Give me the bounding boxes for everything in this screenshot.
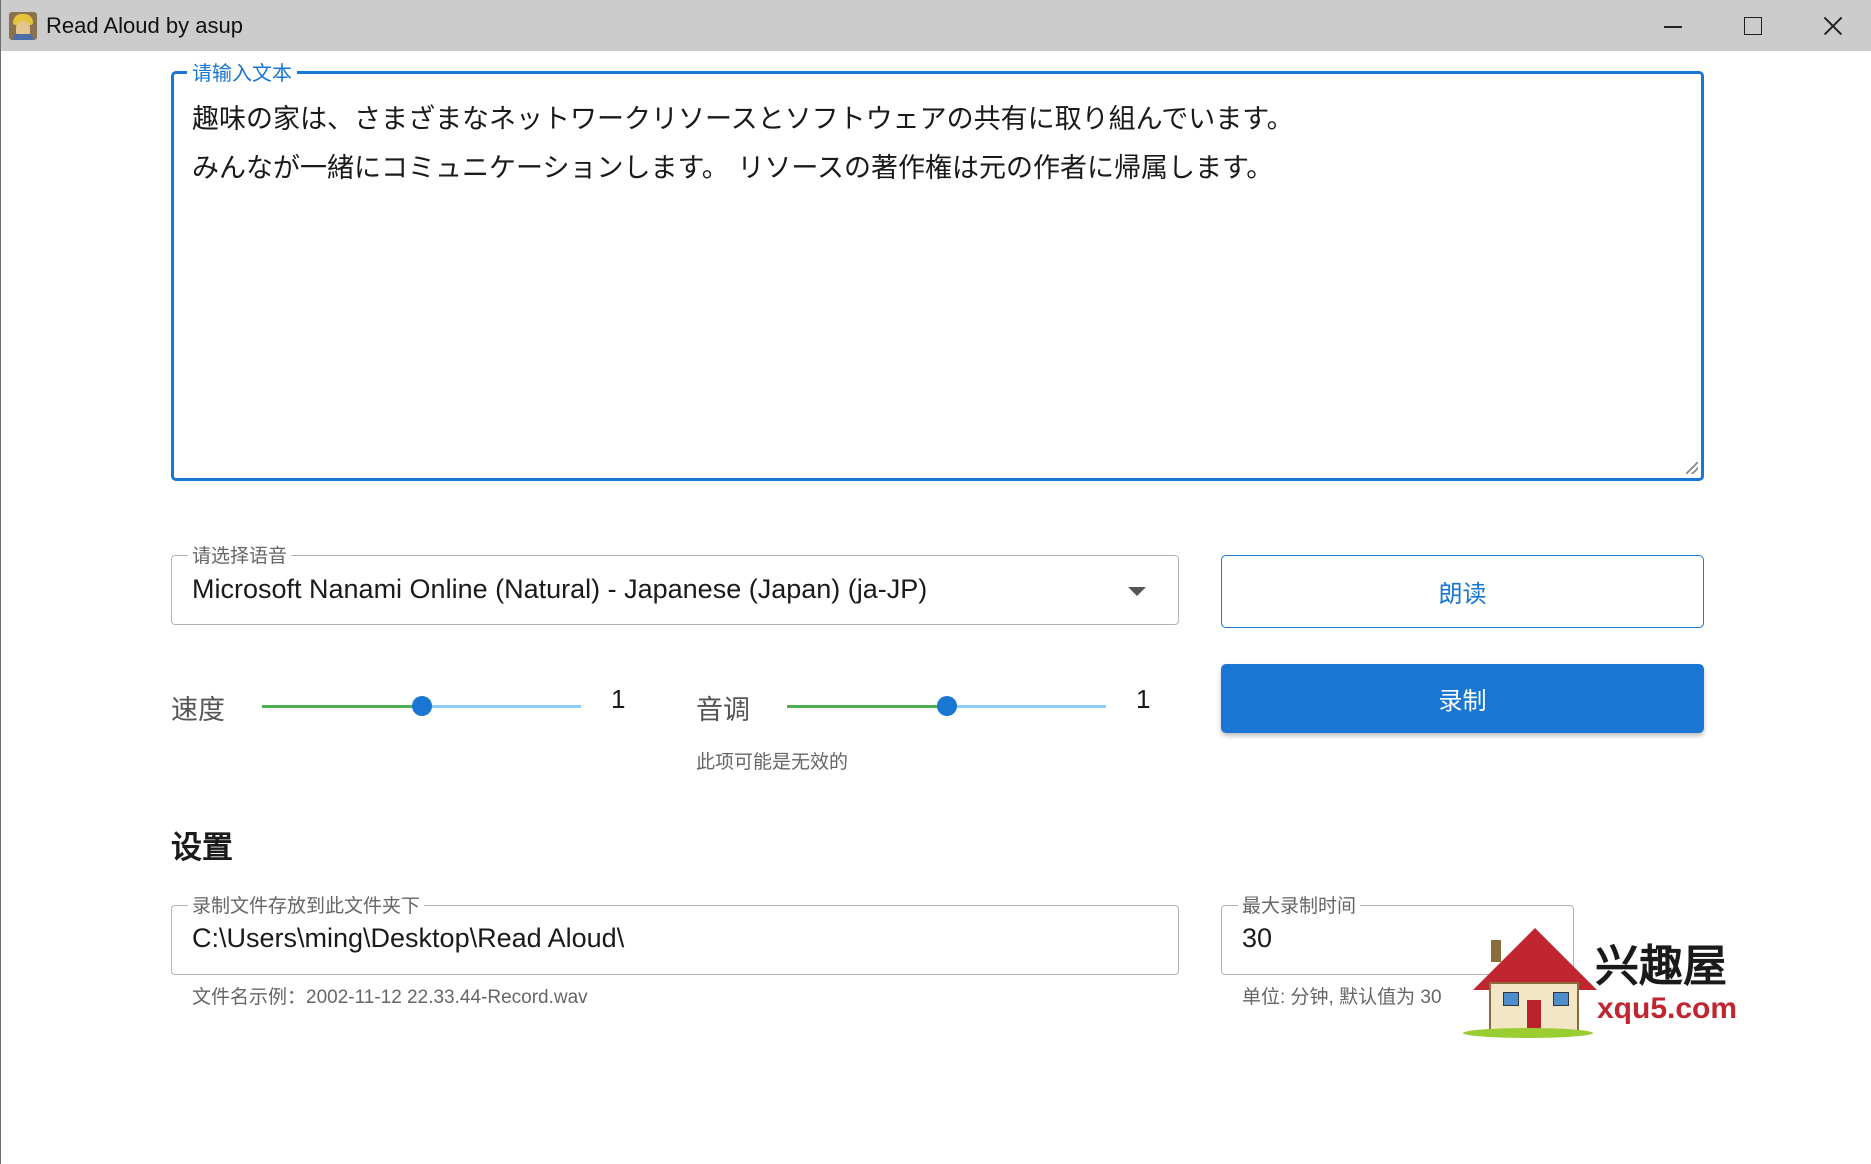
pitch-value: 1 [1136, 684, 1151, 714]
close-icon[interactable] [1792, 0, 1871, 51]
text-input-content[interactable]: 趣味の家は、さまざまなネットワークリソースとソフトウェアの共有に取り組んでいます… [192, 95, 1294, 193]
grass-decoration [1463, 1028, 1593, 1038]
text-input-label: 请输入文本 [187, 63, 297, 85]
max-time-helper-text: 单位: 分钟, 默认值为 30 [1242, 987, 1442, 1008]
pitch-label: 音调 [696, 695, 750, 726]
speed-slider-thumb[interactable] [411, 696, 432, 716]
voice-select-value: Microsoft Nanami Online (Natural) - Japa… [192, 574, 928, 604]
text-line: 趣味の家は、さまざまなネットワークリソースとソフトウェアの共有に取り組んでいます… [192, 104, 1294, 135]
house-window-icon [1553, 992, 1569, 1006]
folder-field-value[interactable]: C:\Users\ming\Desktop\Read Aloud\ [192, 923, 624, 954]
window-title: Read Aloud by asup [46, 13, 243, 38]
watermark-logo: 兴趣屋 xqu5.com [1463, 920, 1743, 1045]
record-button[interactable]: 录制 [1221, 664, 1704, 733]
pitch-slider-rail[interactable] [946, 705, 1106, 708]
read-button[interactable]: 朗读 [1221, 555, 1704, 628]
maximize-icon[interactable] [1712, 0, 1792, 51]
house-window-icon [1503, 992, 1519, 1006]
avatar-icon [9, 12, 37, 40]
max-time-label: 最大录制时间 [1238, 897, 1361, 917]
speed-slider-track[interactable] [262, 705, 422, 708]
folder-helper-text: 文件名示例：2002-11-12 22.33.44-Record.wav [192, 987, 588, 1008]
app-window: Read Aloud by asup 请输入文本 趣味の家は、さまざまなネットワ… [0, 0, 1871, 1164]
pitch-slider-track[interactable] [787, 705, 947, 708]
pitch-slider-thumb[interactable] [936, 696, 957, 716]
resize-grip-icon[interactable] [1686, 462, 1698, 474]
minimize-icon[interactable] [1632, 0, 1712, 51]
voice-select-label: 请选择语音 [188, 547, 292, 567]
text-line: みんなが一緒にコミュニケーションします。 リソースの著作権は元の作者に帰属します… [192, 153, 1274, 184]
chevron-down-icon[interactable] [1128, 587, 1146, 596]
title-bar: Read Aloud by asup [1, 0, 1871, 51]
settings-title: 设置 [171, 830, 233, 866]
pitch-helper-text: 此项可能是无效的 [696, 752, 849, 773]
max-time-value[interactable]: 30 [1242, 923, 1272, 954]
watermark-site: xqu5.com [1597, 992, 1738, 1025]
house-roof-icon [1473, 928, 1597, 990]
watermark-brand: 兴趣屋 [1595, 941, 1727, 992]
house-door-icon [1527, 1000, 1541, 1030]
speed-label: 速度 [171, 695, 225, 726]
folder-field-label: 录制文件存放到此文件夹下 [188, 897, 425, 917]
speed-slider-rail[interactable] [421, 705, 581, 708]
speed-value: 1 [611, 684, 626, 714]
